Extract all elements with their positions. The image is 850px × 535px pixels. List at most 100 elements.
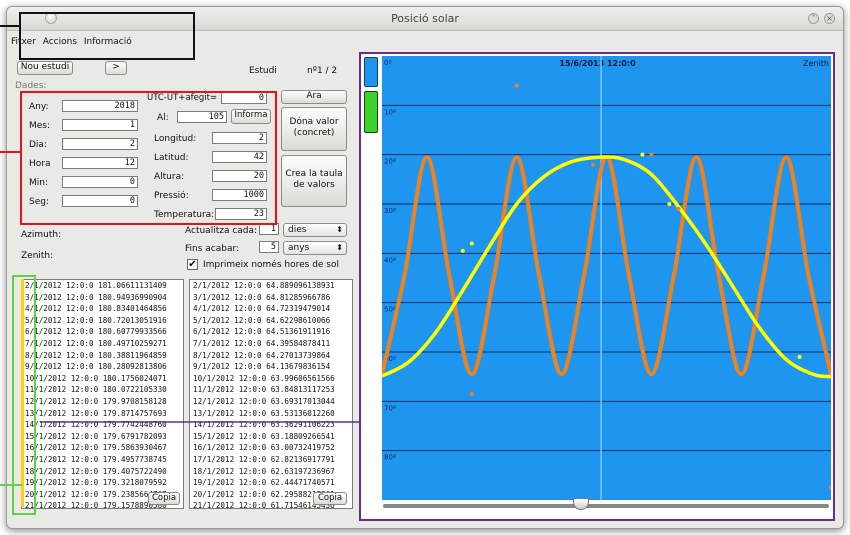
pressure-label: Pressió: <box>154 191 189 201</box>
list-item[interactable]: 9/1/2012 12:0:0 64.13679836154 <box>190 361 352 373</box>
y-tick-label: 70º <box>384 404 396 412</box>
y-tick-label: 30º <box>384 207 396 215</box>
close-icon[interactable]: × <box>824 13 835 24</box>
list-item[interactable]: 19/1/2012 12:0:0 62.44471740571 <box>190 477 352 489</box>
menu-file[interactable]: Fitxer <box>11 37 36 47</box>
day-input[interactable]: 2 <box>62 138 138 150</box>
checkmark-icon: ✔ <box>188 259 197 270</box>
list-item[interactable]: 8/1/2012 12:0:0 64.27013739864 <box>190 350 352 362</box>
zenith-lines: 2/1/2012 12:0:0 64.889096138931 3/1/2012 … <box>190 280 352 508</box>
list-item[interactable]: 11/1/2012 12:0:0 63.84813117253 <box>190 384 352 396</box>
list-item[interactable]: 8/1/2012 12:0:0 180.38811964859 <box>22 350 183 362</box>
month-label: Mes: <box>29 121 51 131</box>
list-item[interactable]: 3/1/2012 12:0:0 180.94936990904 <box>22 292 183 304</box>
sun-path-chart[interactable]: 0º10º20º30º40º50º60º70º80º15/6/2013 12:0… <box>382 56 831 500</box>
list-item[interactable]: 15/1/2012 12:0:0 179.6791782093 <box>22 431 183 443</box>
orange-point <box>591 162 596 167</box>
list-item[interactable]: 15/1/2012 12:0:0 63.18809266541 <box>190 431 352 443</box>
update-unit-select[interactable]: dies ⬍ <box>283 223 347 237</box>
longitude-label: Longitud: <box>154 134 197 144</box>
orange-point <box>676 206 681 211</box>
y-tick-label: 20º <box>384 158 396 166</box>
height-input[interactable]: 20 <box>212 170 267 182</box>
utc-label: UTC-UT+afegit= <box>147 93 218 103</box>
azimuth-lines: 2/1/2012 12:0:0 181.06611131409 3/1/2012 … <box>22 280 183 508</box>
min-input[interactable]: 0 <box>62 176 138 188</box>
list-item[interactable]: 17/1/2012 12:0:0 179.4957738745 <box>22 454 183 466</box>
list-item[interactable]: 5/1/2012 12:0:0 180.72013051916 <box>22 315 183 327</box>
new-study-button[interactable]: Nou estudi <box>17 61 73 75</box>
list-item[interactable]: 13/1/2012 12:0:0 179.8714757693 <box>22 408 183 420</box>
list-item[interactable]: 6/1/2012 12:0:0 64.51361911916 <box>190 326 352 338</box>
list-item[interactable]: 12/1/2012 12:0:0 179.9708158128 <box>22 396 183 408</box>
list-marker-bar <box>21 279 24 507</box>
y-tick-label: 0º <box>384 59 392 67</box>
list-item[interactable]: 18/1/2012 12:0:0 62.63197236967 <box>190 466 352 478</box>
list-item[interactable]: 14/1/2012 12:0:0 179.7742448760 <box>22 419 183 431</box>
chart-title: 15/6/2013 12:0:0 <box>559 59 636 68</box>
updown-arrows-icon: ⬍ <box>336 243 343 252</box>
time-slider-track[interactable] <box>383 504 829 508</box>
y-tick-label: 80º <box>384 454 396 462</box>
update-every-input[interactable]: 1 <box>259 223 279 235</box>
copy-azimuth-button[interactable]: Copia <box>148 492 180 505</box>
time-slider-handle[interactable] <box>573 498 589 510</box>
list-item[interactable]: 2/1/2012 12:0:0 181.06611131409 <box>22 280 183 292</box>
menu-info[interactable]: Informació <box>84 37 132 47</box>
month-input[interactable]: 1 <box>62 119 138 131</box>
list-item[interactable]: 11/1/2012 12:0:0 180.0722105330 <box>22 384 183 396</box>
list-item[interactable]: 9/1/2012 12:0:0 180.28092813806 <box>22 361 183 373</box>
chart-corner-label: Zenith <box>803 59 829 68</box>
series-toggle-blue[interactable] <box>364 57 378 87</box>
only-sun-hours-checkbox[interactable]: ✔ <box>187 259 198 270</box>
next-study-button[interactable]: > <box>105 61 127 75</box>
zenith-results-list[interactable]: 2/1/2012 12:0:0 64.889096138931 3/1/2012 … <box>189 279 353 509</box>
until-end-input[interactable]: 5 <box>259 241 279 253</box>
longitude-input[interactable]: 2 <box>212 132 267 144</box>
list-item[interactable]: 13/1/2012 12:0:0 63.53136012260 <box>190 408 352 420</box>
window-title: Posició solar <box>391 12 459 25</box>
list-item[interactable]: 14/1/2012 12:0:0 63.36291106223 <box>190 419 352 431</box>
sec-input[interactable]: 0 <box>62 195 138 207</box>
pressure-input[interactable]: 1000 <box>212 189 267 201</box>
list-item[interactable]: 6/1/2012 12:0:0 180.60779933566 <box>22 326 183 338</box>
data-section-label: Dades: <box>15 81 47 91</box>
list-item[interactable]: 3/1/2012 12:0:0 64.81285966786 <box>190 292 352 304</box>
menu-actions[interactable]: Accions <box>43 37 77 47</box>
yellow-point <box>640 152 645 157</box>
list-item[interactable]: 2/1/2012 12:0:0 64.889096138931 <box>190 280 352 292</box>
informa-button[interactable]: Informa <box>231 109 271 124</box>
list-item[interactable]: 12/1/2012 12:0:0 63.69317013044 <box>190 396 352 408</box>
latitude-input[interactable]: 42 <box>212 151 267 163</box>
give-value-button[interactable]: Dóna valor (concret) <box>281 107 347 151</box>
list-item[interactable]: 4/1/2012 12:0:0 180.83401464856 <box>22 303 183 315</box>
azimuth-label: Azimuth: <box>21 230 62 240</box>
list-item[interactable]: 17/1/2012 12:0:0 62.82136917791 <box>190 454 352 466</box>
y-tick-label: 10º <box>384 108 396 116</box>
list-item[interactable]: 10/1/2012 12:0:0 63.99606561566 <box>190 373 352 385</box>
now-button[interactable]: Ara <box>281 90 347 104</box>
list-item[interactable]: 4/1/2012 12:0:0 64.72319479014 <box>190 303 352 315</box>
temperature-input[interactable]: 23 <box>215 208 267 220</box>
hour-input[interactable]: 12 <box>62 157 138 169</box>
list-item[interactable]: 7/1/2012 12:0:0 180.49710259271 <box>22 338 183 350</box>
utc-input[interactable]: 0 <box>221 92 267 104</box>
list-item[interactable]: 10/1/2012 12:0:0 180.1756024071 <box>22 373 183 385</box>
minimize-icon[interactable]: ˅ <box>808 13 819 24</box>
list-item[interactable]: 16/1/2012 12:0:0 63.00732419752 <box>190 442 352 454</box>
hour-label: Hora <box>29 159 51 169</box>
until-unit-select[interactable]: anys ⬍ <box>283 241 347 255</box>
year-input[interactable]: 2018 <box>62 100 138 112</box>
series-toggle-green[interactable] <box>364 91 378 133</box>
list-item[interactable]: 18/1/2012 12:0:0 179.4075722490 <box>22 466 183 478</box>
menu-bar: Fitxer Accions Informació <box>7 37 132 55</box>
list-item[interactable]: 5/1/2012 12:0:0 64.62298610066 <box>190 315 352 327</box>
list-item[interactable]: 16/1/2012 12:0:0 179.5863930467 <box>22 442 183 454</box>
list-item[interactable]: 7/1/2012 12:0:0 64.39584878411 <box>190 338 352 350</box>
yellow-point <box>469 241 474 246</box>
list-item[interactable]: 19/1/2012 12:0:0 179.3218079592 <box>22 477 183 489</box>
azimuth-results-list[interactable]: 2/1/2012 12:0:0 181.06611131409 3/1/2012 … <box>21 279 184 509</box>
create-table-button[interactable]: Crea la taula de valors <box>281 155 347 207</box>
copy-zenith-button[interactable]: Copia <box>313 492 347 505</box>
alt-input[interactable]: 105 <box>177 111 227 123</box>
